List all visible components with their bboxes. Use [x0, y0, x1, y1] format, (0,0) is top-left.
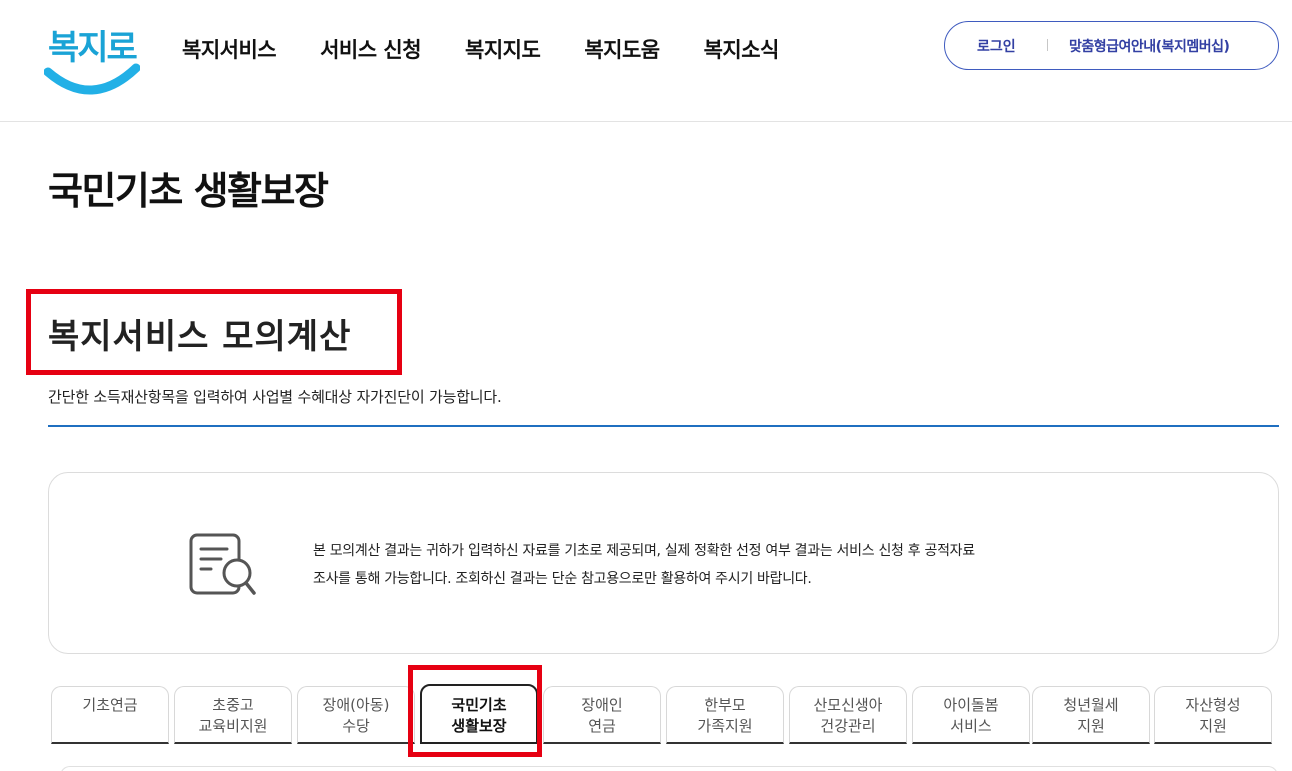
- tab-maternal-newborn[interactable]: 산모신생아 건강관리: [789, 686, 907, 744]
- site-header: 복지로 복지서비스 서비스 신청 복지지도 복지도움 복지소식 로그인 맞춤형급여안내(…: [0, 0, 1292, 122]
- tab-label: 초중고: [212, 696, 254, 714]
- util-divider: [1047, 39, 1048, 51]
- tab-label: 연금: [588, 717, 616, 735]
- notice-line-2: 조사를 통해 가능합니다. 조회하신 결과는 단순 참고용으로만 활용하여 주시…: [313, 571, 812, 587]
- tab-label: 기초연금: [82, 696, 138, 714]
- tab-label: 수당: [342, 717, 370, 735]
- tab-label: 서비스: [950, 717, 992, 735]
- login-link[interactable]: 로그인: [977, 36, 1016, 56]
- tab-single-parent[interactable]: 한부모 가족지원: [666, 686, 784, 744]
- tab-disability-allowance[interactable]: 장애(아동) 수당: [297, 686, 415, 744]
- calculator-tabs: 기초연금 초중고 교육비지원 장애(아동) 수당 국민기초 생활보장 장애인 연…: [51, 684, 1273, 746]
- nav-service-apply[interactable]: 서비스 신청: [320, 34, 421, 64]
- tab-label: 아이돌봄: [943, 696, 999, 714]
- tab-label: 산모신생아: [813, 696, 883, 714]
- nav-welfare-services[interactable]: 복지서비스: [182, 34, 277, 64]
- notice-line-1: 본 모의계산 결과는 귀하가 입력하신 자료를 기초로 제공되며, 실제 정확한…: [313, 543, 975, 559]
- bokjiro-logo[interactable]: 복지로: [44, 14, 144, 106]
- notice-box: 본 모의계산 결과는 귀하가 입력하신 자료를 기초로 제공되며, 실제 정확한…: [48, 472, 1279, 654]
- tab-label: 교육비지원: [198, 717, 268, 735]
- section-divider: [48, 425, 1279, 427]
- tab-label: 가족지원: [697, 717, 753, 735]
- active-tab-highlight: [408, 665, 542, 757]
- tab-basic-pension[interactable]: 기초연금: [51, 686, 169, 744]
- tab-label: 지원: [1077, 717, 1105, 735]
- main-nav: 복지서비스 서비스 신청 복지지도 복지도움 복지소식: [182, 34, 802, 68]
- tab-label: 자산형성: [1185, 696, 1241, 714]
- tab-education-support[interactable]: 초중고 교육비지원: [174, 686, 292, 744]
- notice-text: 본 모의계산 결과는 귀하가 입력하신 자료를 기초로 제공되며, 실제 정확한…: [313, 537, 1133, 593]
- section-title: 복지서비스 모의계산: [48, 317, 352, 357]
- section-description: 간단한 소득재산항목을 입력하여 사업별 수혜대상 자가진단이 가능합니다.: [48, 388, 502, 406]
- nav-welfare-map[interactable]: 복지지도: [465, 34, 541, 64]
- tab-youth-rent[interactable]: 청년월세 지원: [1032, 686, 1150, 744]
- membership-link[interactable]: 맞춤형급여안내(복지멤버십): [1069, 36, 1230, 56]
- nav-welfare-help[interactable]: 복지도움: [584, 34, 660, 64]
- tab-label: 장애인: [581, 696, 623, 714]
- tab-label: 한부모: [704, 696, 746, 714]
- tab-childcare-service[interactable]: 아이돌봄 서비스: [912, 686, 1030, 744]
- page-title: 국민기초 생활보장: [48, 169, 329, 213]
- tab-label: 지원: [1199, 717, 1227, 735]
- document-search-icon: [189, 533, 256, 595]
- tab-content-panel: [60, 766, 1278, 771]
- logo-smile-icon: [44, 63, 140, 95]
- user-util-box: 로그인 맞춤형급여안내(복지멤버십): [944, 21, 1279, 70]
- tab-disability-pension[interactable]: 장애인 연금: [543, 686, 661, 744]
- tab-asset-building[interactable]: 자산형성 지원: [1154, 686, 1272, 744]
- tab-label: 장애(아동): [322, 696, 390, 714]
- tab-label: 건강관리: [820, 717, 876, 735]
- nav-welfare-news[interactable]: 복지소식: [704, 34, 780, 64]
- tab-label: 청년월세: [1063, 696, 1119, 714]
